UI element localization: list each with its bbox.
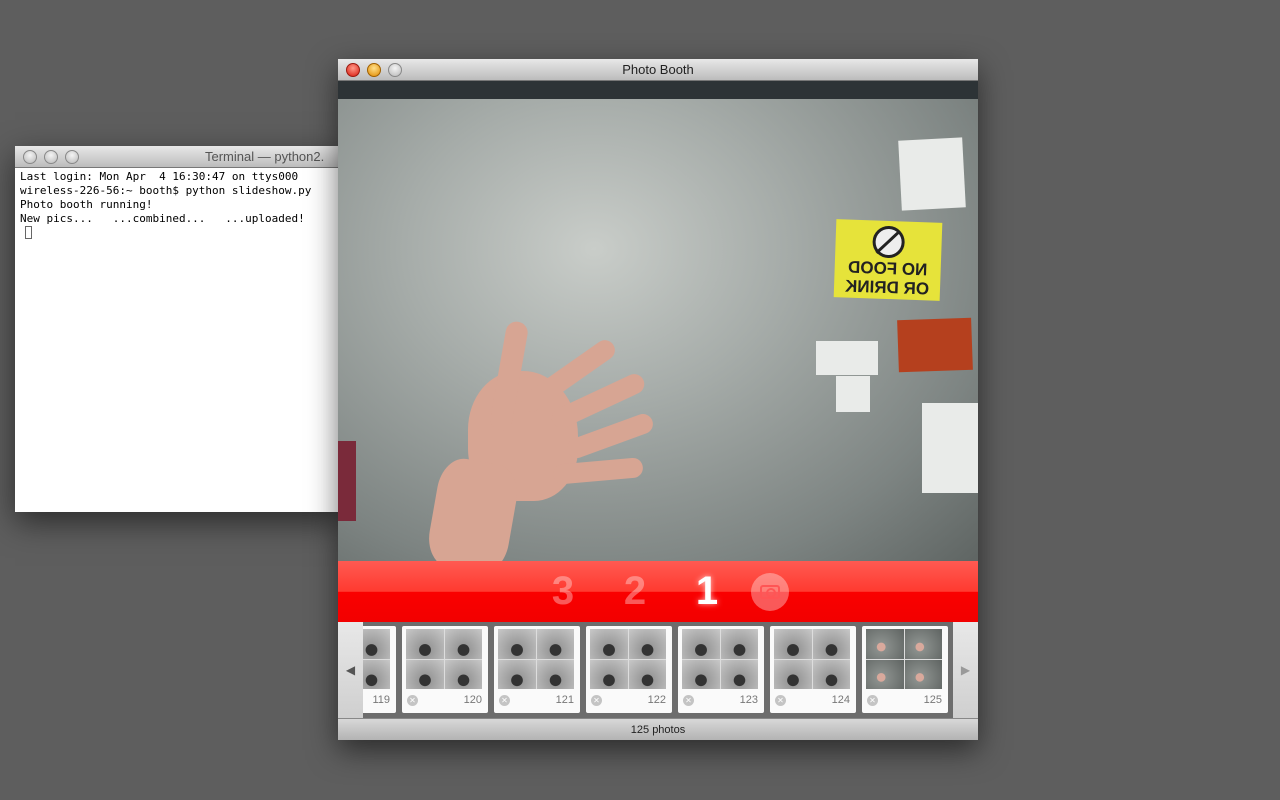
terminal-line: Photo booth running! xyxy=(20,198,153,211)
no-food-icon xyxy=(872,225,906,259)
thumbnail-number: 122 xyxy=(647,694,666,706)
thumbnail[interactable]: ✕ 123 xyxy=(678,626,764,713)
status-bar: 125 photos xyxy=(338,718,978,740)
thumbnail[interactable]: ✕ 124 xyxy=(770,626,856,713)
photo-count: 125 photos xyxy=(630,724,686,736)
delete-icon[interactable]: ✕ xyxy=(591,695,602,706)
photobooth-titlebar[interactable]: Photo Booth xyxy=(338,59,978,81)
terminal-title: Terminal — python2. xyxy=(205,149,325,164)
terminal-line: New pics... ...combined... ...uploaded! xyxy=(20,212,305,225)
countdown-1: 1 xyxy=(695,569,719,613)
terminal-titlebar[interactable]: Terminal — python2. xyxy=(15,146,345,168)
countdown-2: 2 xyxy=(623,569,647,613)
terminal-window: Terminal — python2. Last login: Mon Apr … xyxy=(15,146,345,512)
delete-icon[interactable]: ✕ xyxy=(775,695,786,706)
delete-icon[interactable]: ✕ xyxy=(867,695,878,706)
sign-line: OR DRINK xyxy=(844,276,930,299)
photobooth-window: Photo Booth NO FOOD OR DRINK 3 2 1 ◀ 119… xyxy=(338,59,978,740)
thumbnail[interactable]: 119 xyxy=(363,626,396,713)
camera-icon xyxy=(760,584,780,599)
scroll-right-button[interactable]: ▶ xyxy=(953,622,978,718)
countdown-bar: 3 2 1 xyxy=(338,561,978,622)
thumbnail-selected[interactable]: ✕ 125 xyxy=(862,626,948,713)
countdown-3: 3 xyxy=(551,569,575,613)
scroll-left-button[interactable]: ◀ xyxy=(338,622,363,718)
thumbnail-number: 119 xyxy=(372,694,390,706)
minimize-button[interactable] xyxy=(367,63,381,77)
terminal-output[interactable]: Last login: Mon Apr 4 16:30:47 on ttys00… xyxy=(15,168,345,245)
close-button[interactable] xyxy=(346,63,360,77)
terminal-cursor xyxy=(25,226,32,239)
minimize-button[interactable] xyxy=(44,150,58,164)
thumbnail[interactable]: ✕ 121 xyxy=(494,626,580,713)
take-photo-button[interactable] xyxy=(751,572,789,611)
terminal-line: Last login: Mon Apr 4 16:30:47 on ttys00… xyxy=(20,170,299,183)
delete-icon[interactable]: ✕ xyxy=(683,695,694,706)
thumbnail[interactable]: ✕ 120 xyxy=(402,626,488,713)
thumbnail-number: 125 xyxy=(923,694,942,706)
zoom-button[interactable] xyxy=(388,63,402,77)
thumbnail-number: 120 xyxy=(463,694,482,706)
thumbnail[interactable]: ✕ 122 xyxy=(586,626,672,713)
zoom-button[interactable] xyxy=(65,150,79,164)
delete-icon[interactable]: ✕ xyxy=(499,695,510,706)
arrow-right-icon: ▶ xyxy=(960,663,971,677)
photo-strip: ◀ 119 ✕ 120 ✕ 121 ✕ 122 ✕ 123 ✕ 124 ✕ 125 ▶ xyxy=(338,622,978,718)
camera-preview: NO FOOD OR DRINK xyxy=(338,81,978,561)
thumbnail-number: 123 xyxy=(739,694,758,706)
no-food-sign: NO FOOD OR DRINK xyxy=(833,219,943,301)
window-title: Photo Booth xyxy=(622,62,694,77)
arrow-left-icon: ◀ xyxy=(345,663,356,677)
thumbnail-number: 124 xyxy=(831,694,850,706)
delete-icon[interactable]: ✕ xyxy=(407,695,418,706)
thumbnail-number: 121 xyxy=(555,694,574,706)
terminal-line: wireless-226-56:~ booth$ python slidesho… xyxy=(20,184,312,197)
close-button[interactable] xyxy=(23,150,37,164)
